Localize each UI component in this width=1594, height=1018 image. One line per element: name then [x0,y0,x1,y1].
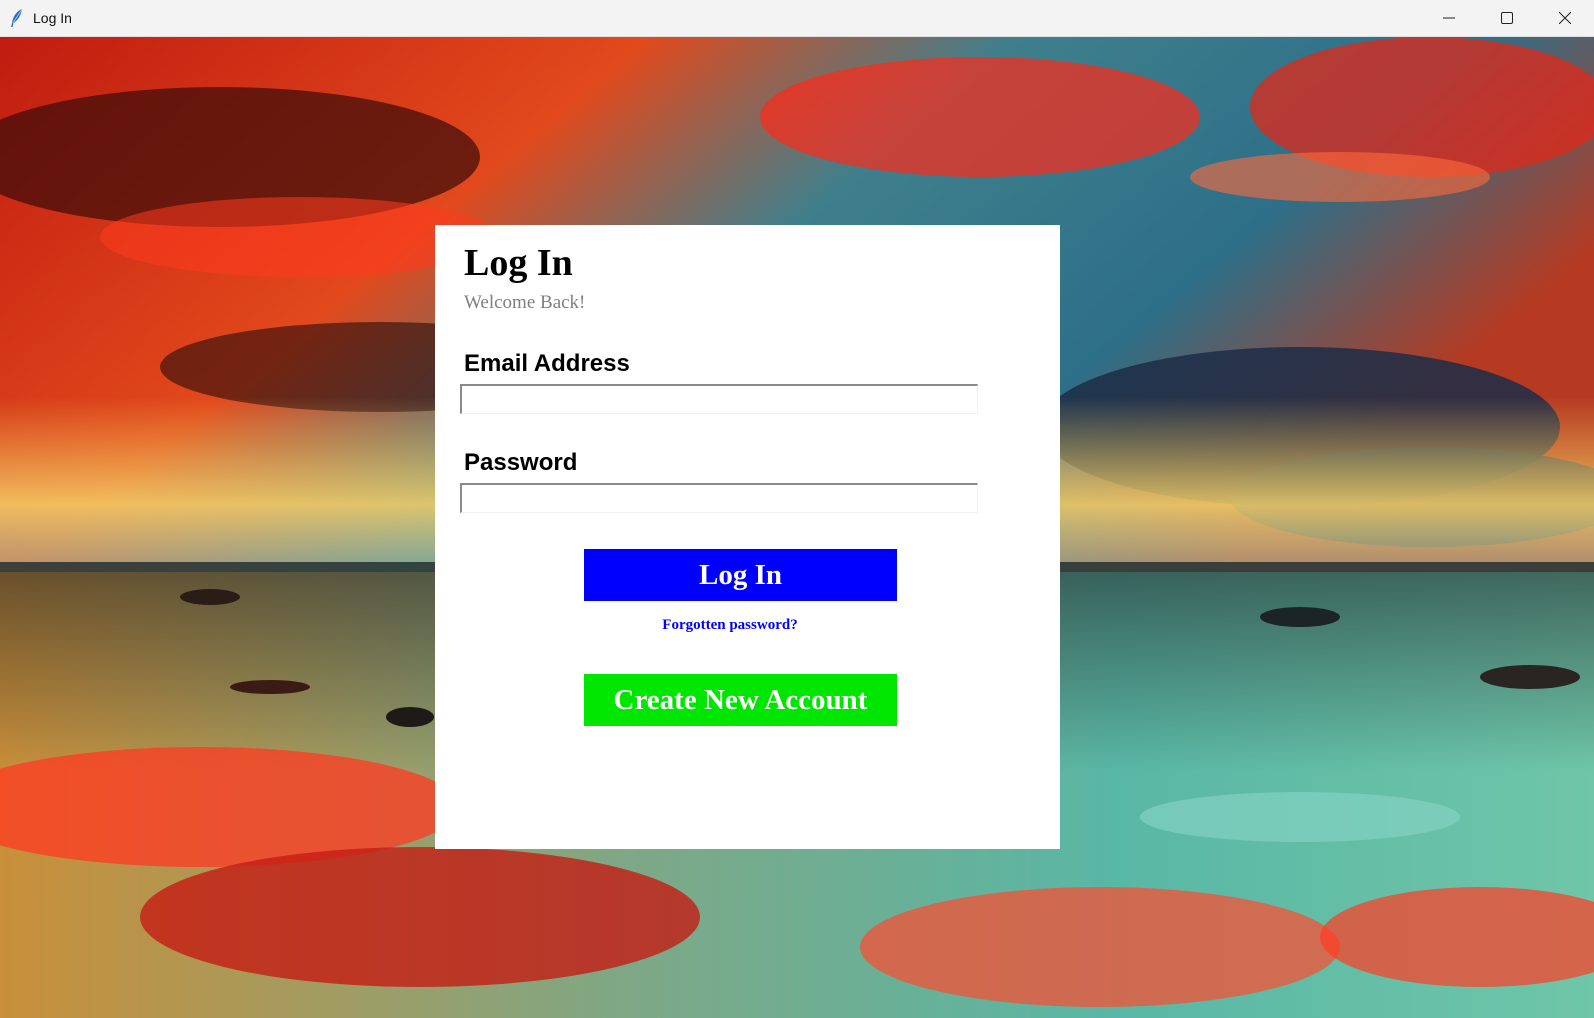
forgotten-password-link[interactable]: Forgotten password? [435,617,1025,634]
window-title: Log In [33,10,72,26]
email-field[interactable] [460,384,978,414]
window-titlebar: Log In [0,0,1594,37]
minimize-button[interactable] [1420,0,1478,36]
email-label: Email Address [464,350,630,377]
minimize-icon [1443,17,1455,19]
login-button[interactable]: Log In [584,549,897,601]
close-icon [1559,12,1571,24]
feather-icon [11,8,23,27]
page-title: Log In [464,242,573,284]
maximize-icon [1501,12,1513,24]
create-account-button[interactable]: Create New Account [584,674,897,726]
password-label: Password [464,449,578,476]
close-button[interactable] [1536,0,1594,36]
login-card: Log In Welcome Back! Email Address Passw… [435,225,1060,849]
password-field[interactable] [460,483,978,513]
welcome-subtitle: Welcome Back! [464,292,586,313]
maximize-button[interactable] [1478,0,1536,36]
